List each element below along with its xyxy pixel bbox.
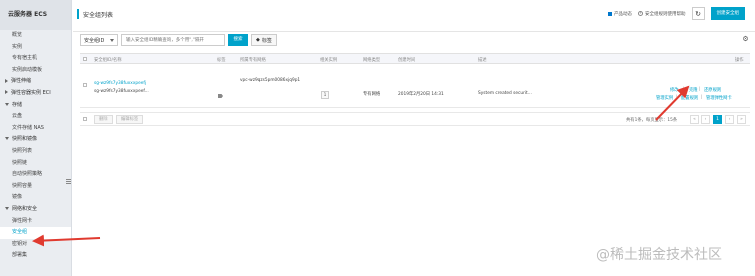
sidebar-item[interactable]: 文件存储 NAS bbox=[0, 123, 71, 135]
sidebar-item[interactable]: 密钥对 bbox=[0, 239, 71, 251]
sidebar-item[interactable]: 专有宿主机 bbox=[0, 53, 71, 65]
last-page-button[interactable]: » bbox=[737, 115, 746, 124]
chevron-down-icon bbox=[5, 206, 9, 210]
created-time: 2019年2月20日 14:31 bbox=[398, 92, 444, 97]
row-checkbox[interactable] bbox=[83, 83, 87, 87]
sidebar-item[interactable]: 弹性网卡 bbox=[0, 216, 71, 228]
vpc-id: vpc-wz9qzs5pm0086xjq9p1 bbox=[240, 78, 301, 83]
gear-icon[interactable]: ⚙ bbox=[741, 35, 750, 44]
tag-icon: ◆ bbox=[256, 37, 260, 43]
clone-link[interactable]: 克隆 bbox=[689, 87, 698, 93]
chevron-down-icon bbox=[5, 137, 9, 141]
action-separator: | bbox=[701, 95, 703, 100]
help-icon: ? bbox=[638, 11, 643, 16]
sidebar-item[interactable]: 实例启动模板 bbox=[0, 65, 71, 77]
sidebar-item[interactable]: 快照链 bbox=[0, 158, 71, 170]
sidebar: 云服务器 ECS 概览 实例 专有宿主机 实例启动模板 弹性伸缩 弹性容器实例 ECI 存储… bbox=[0, 0, 72, 276]
sidebar-title: 云服务器 ECS bbox=[0, 0, 71, 30]
col-created: 创建时间 bbox=[398, 57, 416, 63]
col-actions: 操作 bbox=[735, 57, 744, 63]
delete-button[interactable]: 删除 bbox=[94, 115, 113, 124]
watermark: @稀土掘金技术社区 bbox=[596, 247, 722, 263]
chevron-right-icon bbox=[5, 90, 8, 95]
sidebar-item[interactable]: 安全组 bbox=[0, 227, 71, 239]
sidebar-item[interactable]: 实例 bbox=[0, 42, 71, 54]
security-group-help-link[interactable]: ? 安全组规则使用帮助 bbox=[638, 11, 686, 17]
filter-toolbar: 安全组ID 搜索 ◆ 标签 bbox=[80, 34, 277, 46]
footer-select-all-checkbox[interactable] bbox=[83, 117, 87, 121]
table-footer: 删除 编辑标签 共有1条，每页显示：15条 « ‹ 1 › » bbox=[80, 112, 750, 126]
product-news-link[interactable]: 产品动态 bbox=[608, 11, 632, 17]
sidebar-item[interactable]: 概览 bbox=[0, 30, 71, 42]
col-instances: 相关实例 bbox=[320, 57, 338, 63]
sidebar-menu: 概览 实例 专有宿主机 实例启动模板 弹性伸缩 弹性容器实例 ECI 存储 云盘 文件存储 NA… bbox=[0, 30, 71, 262]
search-button[interactable]: 搜索 bbox=[228, 34, 248, 46]
sidebar-group[interactable]: 存储 bbox=[0, 100, 71, 112]
configure-rules-link[interactable]: 配置规则 bbox=[681, 95, 698, 101]
network-type: 专有网络 bbox=[363, 92, 381, 97]
instance-count-link[interactable]: 1 bbox=[321, 91, 329, 99]
action-separator: | bbox=[676, 95, 678, 100]
col-tags: 标签 bbox=[217, 57, 226, 63]
chevron-right-icon bbox=[5, 78, 8, 83]
manage-instances-link[interactable]: 管理实例 bbox=[656, 95, 673, 101]
modify-link[interactable]: 修改 bbox=[670, 87, 679, 93]
table-row: sg-wz9fs7y38fuxxxpeefj sg-wz9fs7y38fuxxx… bbox=[80, 64, 750, 108]
sidebar-item[interactable]: 快照容量 bbox=[0, 181, 71, 193]
first-page-button[interactable]: « bbox=[690, 115, 699, 124]
prev-page-button[interactable]: ‹ bbox=[701, 115, 710, 124]
sidebar-group[interactable]: 网络和安全 bbox=[0, 204, 71, 216]
action-separator: | bbox=[683, 87, 685, 92]
sidebar-item[interactable]: 自动快照策略 bbox=[0, 169, 71, 181]
edit-tags-button[interactable]: 编辑标签 bbox=[116, 115, 144, 124]
page-info: 共有1条，每页显示：15条 bbox=[626, 118, 678, 123]
sidebar-collapse-handle-icon[interactable] bbox=[66, 179, 71, 184]
chevron-down-icon bbox=[5, 102, 9, 106]
sidebar-item[interactable]: 部署集 bbox=[0, 250, 71, 262]
col-vpc: 所属专有网络 bbox=[240, 57, 266, 63]
select-all-checkbox[interactable] bbox=[83, 57, 87, 61]
page-1-button[interactable]: 1 bbox=[713, 115, 722, 124]
title-accent-bar bbox=[77, 9, 79, 19]
sidebar-group[interactable]: 弹性伸缩 bbox=[0, 76, 71, 88]
table-header: 安全组ID/名称 标签 所属专有网络 相关实例 网络类型 创建时间 描述 操作 bbox=[80, 53, 750, 64]
description: System created securit... bbox=[478, 91, 532, 96]
sidebar-group[interactable]: 快照和镜像 bbox=[0, 134, 71, 146]
next-page-button[interactable]: › bbox=[725, 115, 734, 124]
chevron-down-icon bbox=[110, 38, 114, 42]
sidebar-group[interactable]: 弹性容器实例 ECI bbox=[0, 88, 71, 100]
sidebar-item[interactable]: 快照列表 bbox=[0, 146, 71, 158]
sidebar-item[interactable]: 镜像 bbox=[0, 192, 71, 204]
refresh-icon: ↻ bbox=[695, 9, 701, 18]
col-description: 描述 bbox=[478, 57, 487, 63]
action-separator: | bbox=[699, 87, 701, 92]
security-group-name: sg-wz9fs7y38fuxxxpeef... bbox=[94, 89, 149, 94]
sidebar-item[interactable]: 云盘 bbox=[0, 111, 71, 123]
security-group-id-link[interactable]: sg-wz9fs7y38fuxxxpeefj bbox=[94, 81, 146, 86]
create-security-group-button[interactable]: 创建安全组 bbox=[710, 7, 745, 20]
tag-filter-button[interactable]: ◆ 标签 bbox=[251, 34, 277, 46]
tag-icon[interactable] bbox=[218, 94, 223, 98]
news-icon bbox=[608, 11, 612, 16]
col-network-type: 网络类型 bbox=[363, 57, 381, 63]
page-header: 安全组列表 产品动态 ? 安全组规则使用帮助 ↻ 创建安全组 bbox=[73, 0, 755, 32]
security-group-table: 安全组ID/名称 标签 所属专有网络 相关实例 网络类型 创建时间 描述 操作 … bbox=[80, 53, 750, 108]
search-input[interactable] bbox=[121, 34, 225, 46]
col-id-name: 安全组ID/名称 bbox=[94, 57, 122, 63]
refresh-button[interactable]: ↻ bbox=[691, 7, 705, 20]
restore-rules-link[interactable]: 还原规则 bbox=[704, 87, 721, 93]
page-title: 安全组列表 bbox=[83, 12, 114, 19]
manage-eni-link[interactable]: 管理弹性网卡 bbox=[706, 95, 732, 101]
filter-field-select[interactable]: 安全组ID bbox=[80, 34, 118, 46]
